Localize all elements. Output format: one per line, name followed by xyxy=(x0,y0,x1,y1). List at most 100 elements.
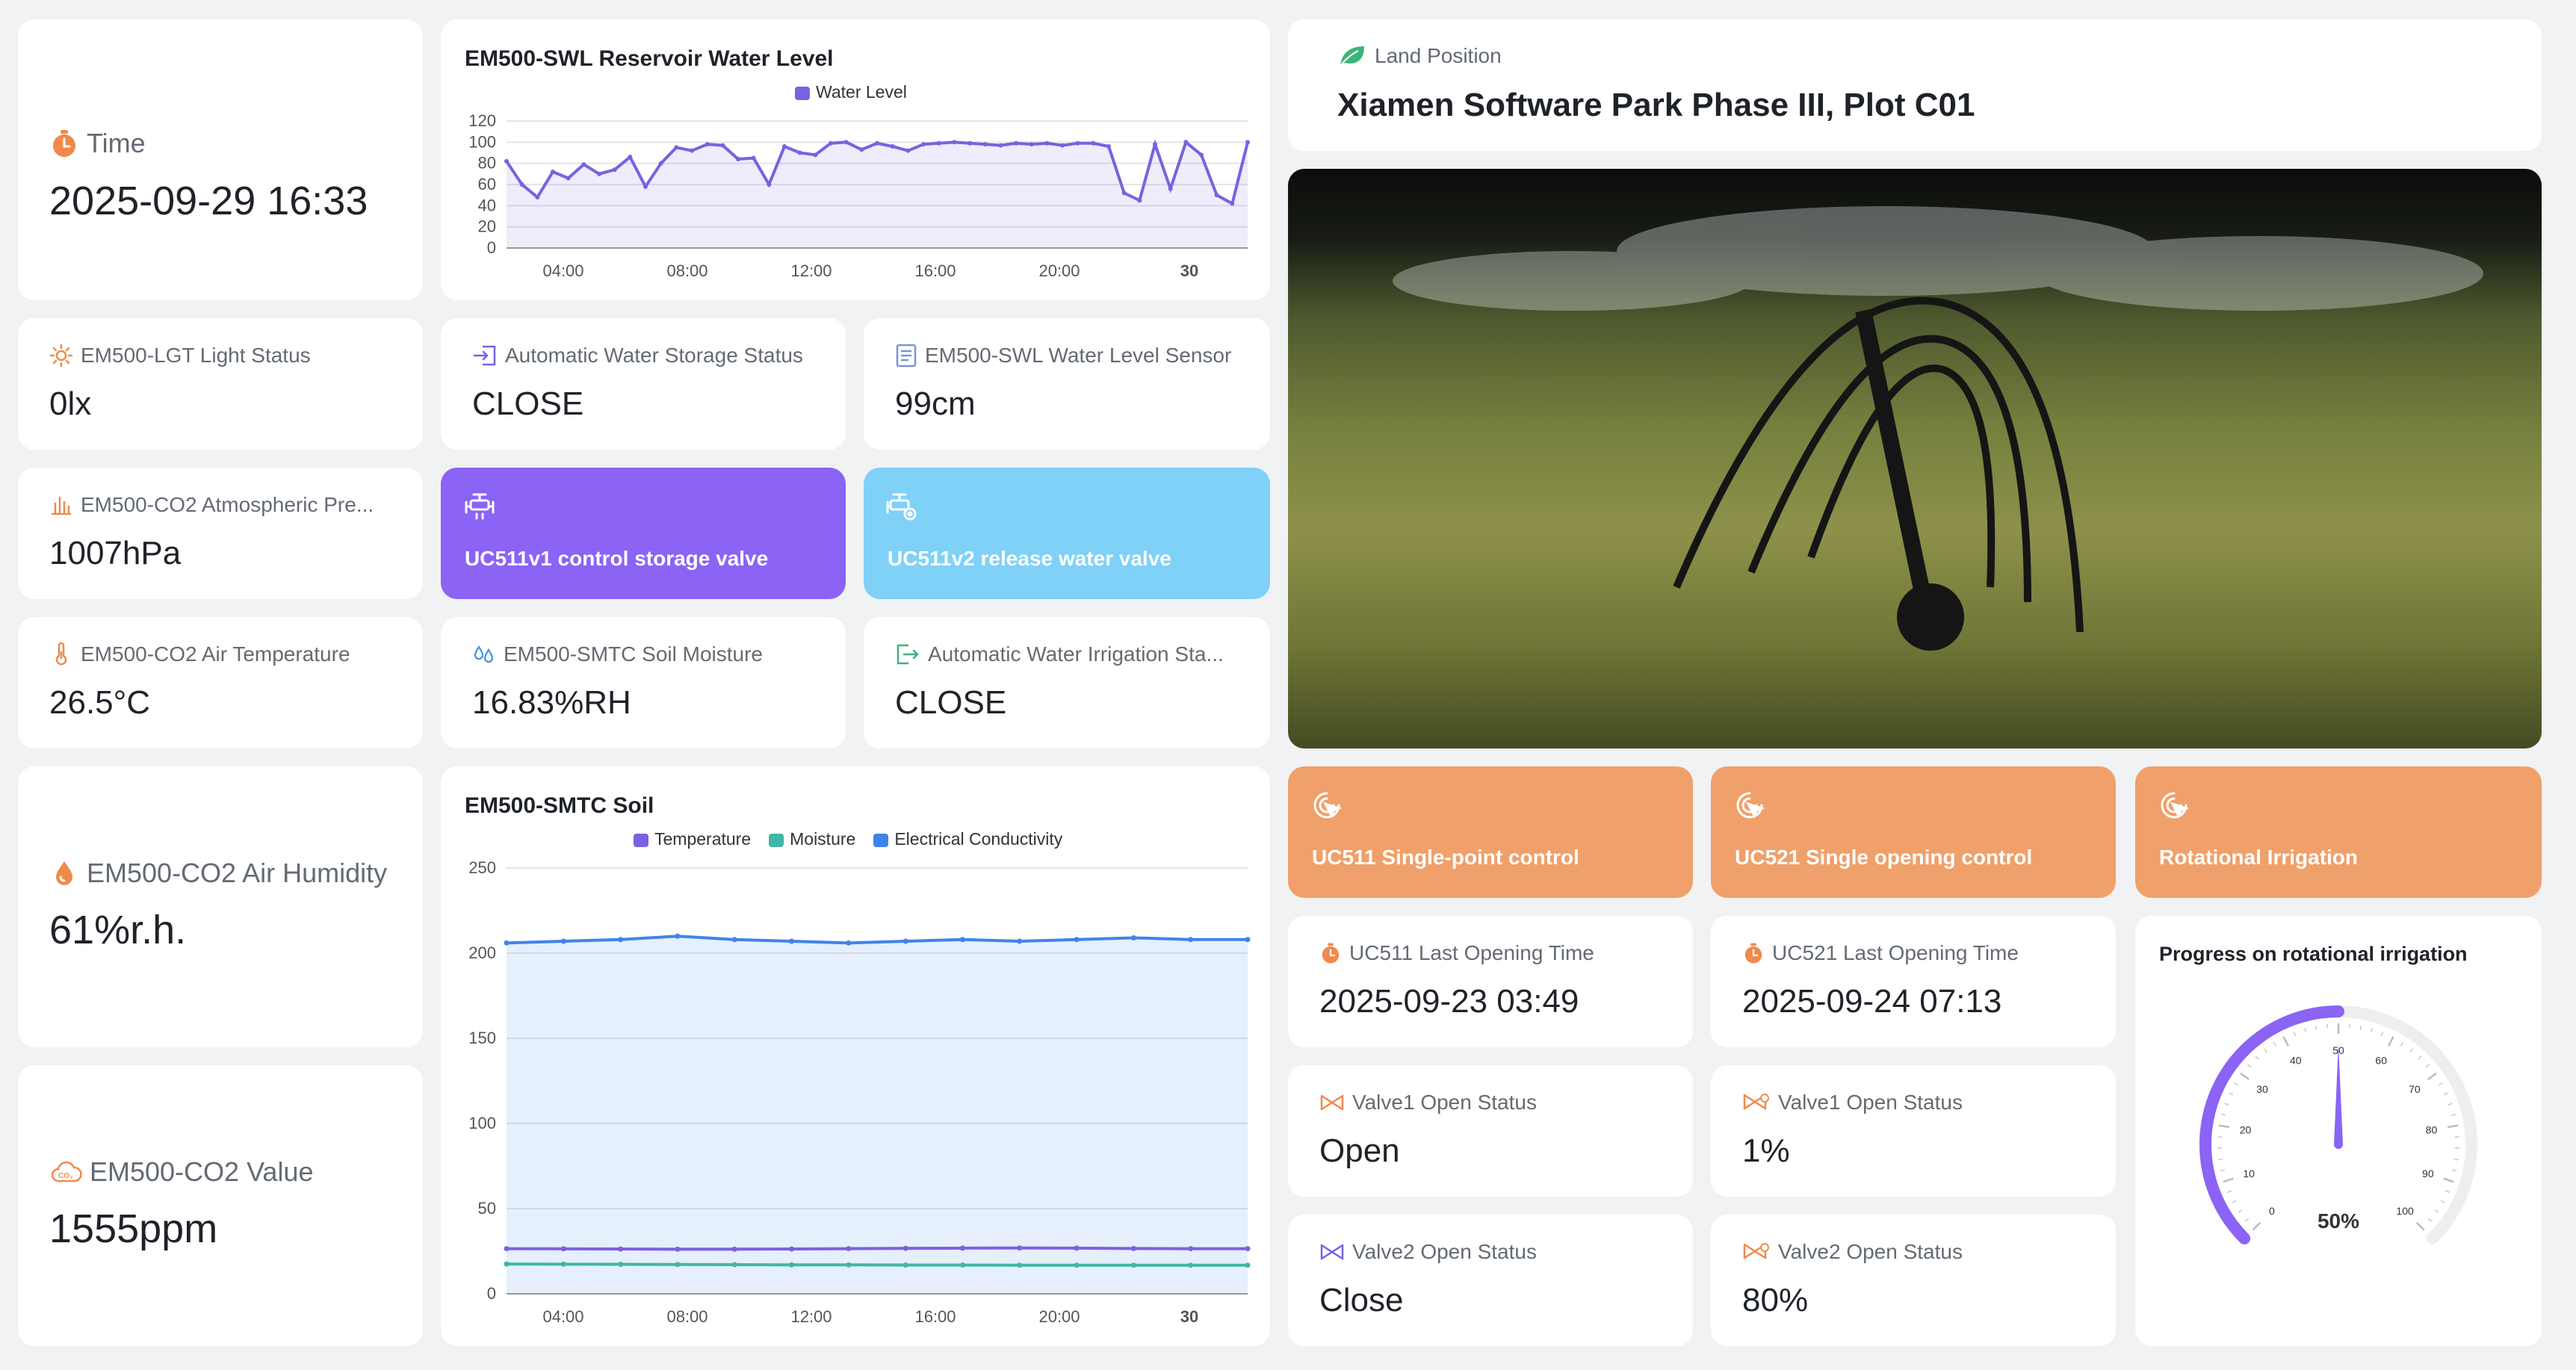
water-level-point xyxy=(1121,190,1127,196)
water-level-point xyxy=(1153,142,1157,147)
air-temp-value: 26.5°C xyxy=(49,684,151,721)
valve1-b-label: Valve1 Open Status xyxy=(1778,1091,1963,1114)
gauge-tick xyxy=(2427,1218,2433,1222)
valve1-a-value: Open xyxy=(1319,1132,1400,1169)
x-tick-label: 16:00 xyxy=(914,1307,956,1326)
irrigation-status-label: Automatic Water Irrigation Sta... xyxy=(928,642,1224,666)
water-level-point xyxy=(829,140,833,146)
y-tick-label: 0 xyxy=(487,1284,496,1303)
water-drop-icon xyxy=(56,861,72,885)
irrigation-status-card: Automatic Water Irrigation Sta... CLOSE xyxy=(864,617,1270,748)
storage-status-value: CLOSE xyxy=(472,385,584,422)
rotational-irrigation-button[interactable]: Rotational Irrigation xyxy=(2135,766,2542,898)
series-point xyxy=(1245,1262,1251,1268)
gauge-tick xyxy=(2425,1064,2430,1068)
gauge-tick xyxy=(2443,1177,2454,1183)
humidity-label-row: EM500-CO2 Air Humidity xyxy=(49,858,387,889)
water-level-point xyxy=(674,145,679,150)
water-level-point xyxy=(1060,143,1065,148)
co2-label-row: CO₂ EM500-CO2 Value xyxy=(49,1156,313,1188)
water-level-point xyxy=(597,171,601,176)
gauge-tick xyxy=(2440,1200,2445,1203)
humidity-card: EM500-CO2 Air Humidity 61%r.h. xyxy=(18,766,423,1047)
y-tick-label: 150 xyxy=(468,1029,496,1047)
water-level-point xyxy=(952,140,957,145)
sun-icon xyxy=(49,344,73,368)
control-button-label: UC521 Single opening control xyxy=(1735,846,2033,869)
x-tick-label: 04:00 xyxy=(542,261,583,280)
gauge-tick-label: 80 xyxy=(2426,1123,2438,1135)
control-button-label: UC511 Single-point control xyxy=(1312,846,1579,869)
series-point xyxy=(504,940,510,946)
uc511-single-point-control-button[interactable]: UC511 Single-point control xyxy=(1288,766,1693,898)
gauge-tick xyxy=(2427,1072,2437,1081)
y-tick-label: 50 xyxy=(478,1199,496,1218)
water-level-point xyxy=(643,184,648,189)
co2-cloud-icon: CO₂ xyxy=(51,1161,82,1183)
gauge-tick xyxy=(2447,1124,2459,1129)
gauge-tick xyxy=(2452,1169,2457,1171)
sprinkler-illustration xyxy=(1393,206,2483,651)
gauge-tick-label: 30 xyxy=(2256,1083,2268,1095)
land-label-row: Land Position xyxy=(1337,43,1502,69)
water-level-point xyxy=(581,162,586,167)
valve-gear-icon xyxy=(886,493,917,521)
water-level-point xyxy=(1091,140,1096,146)
y-tick-label: 200 xyxy=(468,943,496,962)
series-point xyxy=(1188,1246,1194,1252)
series-point xyxy=(902,938,908,944)
gauge-tick xyxy=(2370,1028,2373,1033)
y-tick-label: 0 xyxy=(487,238,496,257)
gauge-tick xyxy=(2326,1023,2328,1029)
series-point xyxy=(675,933,681,939)
valve2-status-card-a: Valve2 Open Status Close xyxy=(1288,1215,1693,1346)
y-tick-label: 20 xyxy=(478,217,496,236)
valve-icon xyxy=(465,493,495,520)
valve1-status-card-a: Valve1 Open Status Open xyxy=(1288,1065,1693,1197)
water-level-sensor-label: EM500-SWL Water Level Sensor xyxy=(925,344,1232,367)
stopwatch-icon xyxy=(1322,943,1340,964)
gauge-tick xyxy=(2218,1158,2223,1160)
enter-box-icon xyxy=(473,345,496,366)
release-valve-button-label: UC511v2 release water valve xyxy=(888,547,1171,570)
uc521-single-opening-control-button[interactable]: UC521 Single opening control xyxy=(1711,766,2116,898)
document-list-icon xyxy=(896,344,917,368)
gauge-tick-label: 0 xyxy=(2269,1205,2275,1217)
gauge-tick xyxy=(2232,1200,2237,1203)
light-value: 0lx xyxy=(49,385,92,422)
storage-valve-button[interactable]: UC511v1 control storage valve xyxy=(441,468,846,599)
soil-moisture-label: EM500-SMTC Soil Moisture xyxy=(504,642,763,666)
water-level-point xyxy=(890,144,895,149)
series-point xyxy=(1074,937,1080,943)
water-level-sensor-label-row: EM500-SWL Water Level Sensor xyxy=(895,344,1231,368)
water-level-point xyxy=(1075,140,1080,146)
bowtie-valve-icon xyxy=(1320,1244,1344,1260)
soil-moisture-card: EM500-SMTC Soil Moisture 16.83%RH xyxy=(441,617,846,748)
release-valve-button[interactable]: UC511v2 release water valve xyxy=(864,468,1270,599)
gauge-tick xyxy=(2388,1036,2394,1047)
water-level-point xyxy=(1168,186,1173,191)
water-level-point xyxy=(519,182,524,187)
water-level-chart-card: EM500-SWL Reservoir Water Level Water Le… xyxy=(441,19,1270,300)
land-position-card: Land Position Xiamen Software Park Phase… xyxy=(1288,19,2542,151)
water-level-point xyxy=(566,176,571,181)
gauge-tick xyxy=(2415,1221,2425,1231)
valve2-status-card-b: Valve2 Open Status 80% xyxy=(1711,1215,2116,1346)
soil-chart: 0 50 100 150 200 250 04:00 08:00 12:00 16:00 20:00… xyxy=(468,858,1251,1326)
pointer-click-icon xyxy=(1736,792,1765,819)
series-point xyxy=(1130,1245,1136,1251)
water-level-point xyxy=(767,182,772,187)
series-point xyxy=(789,1262,795,1268)
series-point xyxy=(504,1246,510,1252)
x-tick-label: 04:00 xyxy=(542,1307,583,1326)
x-tick-label: 16:00 xyxy=(914,261,956,280)
irrigation-status-value: CLOSE xyxy=(895,684,1007,721)
gauge-tick xyxy=(2409,1048,2413,1053)
series-point xyxy=(504,1261,510,1267)
water-level-point xyxy=(1245,140,1250,145)
series-point xyxy=(1017,1262,1023,1268)
gauge-tick-label: 60 xyxy=(2375,1055,2387,1067)
air-temp-label-row: EM500-CO2 Air Temperature xyxy=(49,642,350,666)
gauge-tick xyxy=(2445,1190,2450,1193)
series-point xyxy=(1188,937,1194,943)
